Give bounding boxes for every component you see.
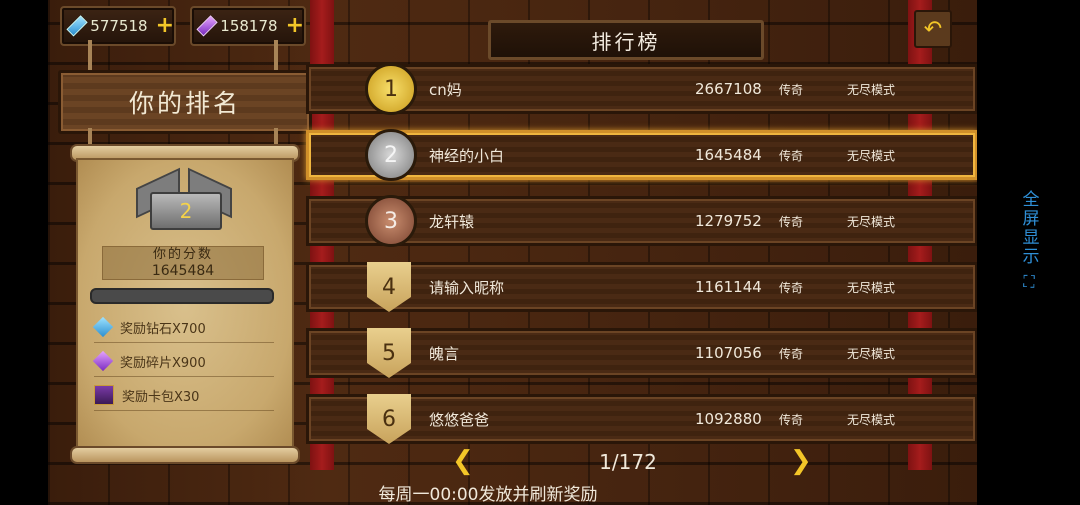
leaderboard-row[interactable]: 1 cn妈 2667108 传奇 无尽模式 xyxy=(306,63,977,115)
row-rank: 1 xyxy=(384,76,398,102)
add-diamonds-button[interactable]: + xyxy=(156,15,174,37)
row-tier: 传奇 xyxy=(779,148,804,163)
row-name: 请输入昵称 xyxy=(429,278,505,297)
row-name: 魄言 xyxy=(429,344,460,363)
game-screen: 577518 + 158178 + 你的排名 2 你的分数 1645484 奖励… xyxy=(48,0,977,505)
row-mode: 无尽模式 xyxy=(847,346,896,361)
row-rank: 4 xyxy=(382,274,396,300)
shard-amount: 158178 xyxy=(220,17,278,35)
row-score: 1645484 xyxy=(695,146,762,164)
rank-shield-icon: 5 xyxy=(367,328,411,378)
leaderboard-row[interactable]: 3 龙轩辕 1279752 传奇 无尽模式 xyxy=(306,195,977,247)
leaderboard-row[interactable]: 6 悠悠爸爸 1092880 传奇 无尽模式 xyxy=(306,394,977,444)
silver-medal-icon: 2 xyxy=(365,129,417,181)
shard-counter: 158178 + xyxy=(190,6,306,46)
leaderboard-title: 排行榜 xyxy=(488,20,764,60)
leaderboard-row[interactable]: 4 请输入昵称 1161144 传奇 无尽模式 xyxy=(306,262,977,312)
row-name: 龙轩辕 xyxy=(429,212,475,231)
rope xyxy=(274,40,278,72)
your-score-box: 你的分数 1645484 xyxy=(102,246,264,280)
row-mode: 无尽模式 xyxy=(847,412,896,427)
leaderboard-row[interactable]: 5 魄言 1107056 传奇 无尽模式 xyxy=(306,328,977,378)
rank-shield-icon: 4 xyxy=(367,262,411,312)
row-tier: 传奇 xyxy=(779,82,804,97)
row-score: 1092880 xyxy=(695,410,762,428)
fullscreen-icon: ⛶ xyxy=(1023,272,1035,291)
diamond-counter: 577518 + xyxy=(60,6,176,46)
row-mode: 无尽模式 xyxy=(847,148,896,163)
row-rank: 5 xyxy=(382,340,396,366)
divider-bar xyxy=(90,288,274,304)
add-shards-button[interactable]: + xyxy=(286,15,304,37)
leaderboard-row-selected[interactable]: 2 神经的小白 1645484 传奇 无尽模式 xyxy=(306,129,977,181)
row-mode: 无尽模式 xyxy=(847,82,896,97)
back-button[interactable]: ↶ xyxy=(914,10,952,48)
shard-icon xyxy=(92,350,114,372)
fullscreen-button[interactable]: 全屏显示 ⛶ xyxy=(1012,190,1046,320)
rank-shield-icon: 6 xyxy=(367,394,411,444)
shard-icon xyxy=(196,15,218,37)
row-mode: 无尽模式 xyxy=(847,214,896,229)
row-rank: 2 xyxy=(384,142,398,168)
diamond-amount: 577518 xyxy=(90,17,148,35)
row-tier: 传奇 xyxy=(779,214,804,229)
rope xyxy=(88,40,92,72)
reward-item: 奖励卡包X30 xyxy=(94,380,274,411)
rank-scroll: 2 你的分数 1645484 奖励钻石X700 奖励碎片X900 奖励卡包X30 xyxy=(76,158,294,452)
row-score: 1107056 xyxy=(695,344,762,362)
row-mode: 无尽模式 xyxy=(847,280,896,295)
row-rank: 3 xyxy=(384,208,398,234)
fullscreen-label: 全屏显示 xyxy=(1018,190,1039,266)
row-rank: 6 xyxy=(382,406,396,432)
diamond-icon xyxy=(66,15,88,37)
row-score: 1161144 xyxy=(695,278,762,296)
reward-item: 奖励钻石X700 xyxy=(92,312,274,343)
reward-item: 奖励碎片X900 xyxy=(92,346,274,377)
next-page-button[interactable]: ❯ xyxy=(790,446,812,476)
your-score-value: 1645484 xyxy=(151,263,215,279)
diamond-icon xyxy=(92,316,114,338)
prev-page-button[interactable]: ❮ xyxy=(452,446,474,476)
reward-label: 奖励钻石X700 xyxy=(120,321,206,337)
row-tier: 传奇 xyxy=(779,280,804,295)
row-score: 1279752 xyxy=(695,212,762,230)
page-indicator: 1/172 xyxy=(599,450,657,474)
scroll-rod-bottom xyxy=(70,446,300,464)
row-score: 2667108 xyxy=(695,80,762,98)
rank-badge: 2 xyxy=(136,167,232,240)
reward-label: 奖励碎片X900 xyxy=(120,355,206,371)
your-score-label: 你的分数 xyxy=(152,247,213,262)
row-name: cn妈 xyxy=(429,80,462,99)
row-tier: 传奇 xyxy=(779,412,804,427)
gold-medal-icon: 1 xyxy=(365,63,417,115)
bronze-medal-icon: 3 xyxy=(365,195,417,247)
your-rank-sign: 你的排名 xyxy=(58,70,312,134)
row-name: 悠悠爸爸 xyxy=(429,410,490,429)
row-name: 神经的小白 xyxy=(429,146,505,165)
reward-notice: 每周一00:00发放并刷新奖励 xyxy=(378,485,598,505)
row-tier: 传奇 xyxy=(779,346,804,361)
card-pack-icon xyxy=(94,385,114,405)
reward-label: 奖励卡包X30 xyxy=(122,389,200,405)
your-rank-value: 2 xyxy=(150,192,222,230)
